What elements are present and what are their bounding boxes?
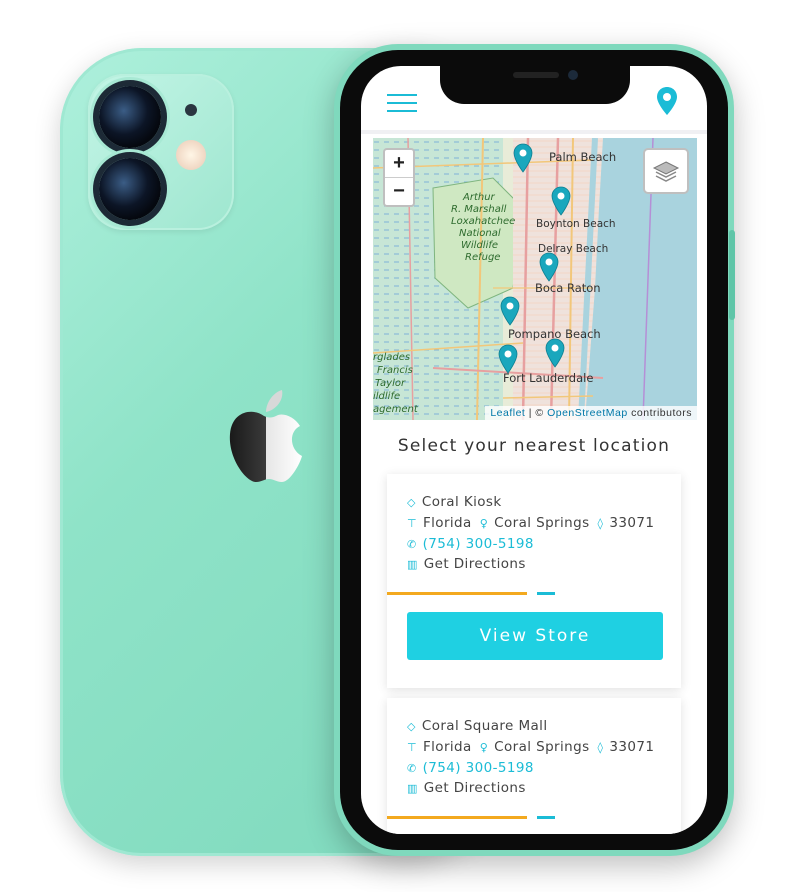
zip-icon: ◊ xyxy=(597,517,604,530)
map-label: ildlife xyxy=(373,391,401,402)
store-phone-row: ✆ (754) 300-5198 xyxy=(407,536,534,552)
camera-lens-icon xyxy=(99,158,161,220)
store-name: Coral Kiosk xyxy=(421,494,502,510)
zoom-out-button[interactable]: − xyxy=(385,178,413,205)
store-directions-row: ▥ Get Directions xyxy=(407,556,526,572)
zoom-control: + − xyxy=(383,148,415,207)
get-directions-link[interactable]: Get Directions xyxy=(424,556,526,572)
store-zip: 33071 xyxy=(609,739,655,755)
city-icon: ♀ xyxy=(479,741,489,754)
map-label: Loxahatchee xyxy=(451,216,516,227)
store-marker-icon[interactable] xyxy=(551,186,571,216)
store-name: Coral Square Mall xyxy=(421,718,548,734)
map-icon: ▥ xyxy=(407,782,418,795)
card-progress-bars xyxy=(387,816,681,819)
map-label: National xyxy=(459,228,501,239)
map-label: Francis xyxy=(377,365,413,376)
phone-screen: Palm Beach Boynton Beach Delray Beach Bo… xyxy=(361,66,707,834)
map-label: Arthur xyxy=(463,192,495,203)
map-label: rglades xyxy=(373,352,411,363)
store-state: Florida xyxy=(422,739,472,755)
map-label: Boynton Beach xyxy=(536,218,616,230)
store-name-row: ◇ Coral Square Mall xyxy=(407,718,547,734)
state-icon: ⊤ xyxy=(407,517,417,530)
store-city: Coral Springs xyxy=(494,739,590,755)
store-marker-icon[interactable] xyxy=(539,252,559,282)
apple-logo-icon xyxy=(229,390,302,482)
state-icon: ⊤ xyxy=(407,741,417,754)
flash-icon xyxy=(176,140,206,170)
progress-bar-orange xyxy=(387,816,527,819)
store-zip: 33071 xyxy=(609,515,655,531)
store-phone-link[interactable]: (754) 300-5198 xyxy=(423,536,534,552)
store-address-row: ⊤ Florida ♀ Coral Springs ◊ 33071 xyxy=(407,515,654,531)
phone-icon: ✆ xyxy=(407,538,417,551)
city-icon: ♀ xyxy=(479,517,489,530)
progress-bar-blue xyxy=(537,816,555,819)
map-label: agement xyxy=(373,404,418,415)
map-attribution: Leaflet | © OpenStreetMap contributors xyxy=(485,406,697,420)
store-marker-icon[interactable] xyxy=(498,344,518,374)
map-label: Refuge xyxy=(465,252,501,263)
tag-icon: ◇ xyxy=(407,720,416,733)
attribution-separator: | © xyxy=(525,407,548,419)
store-city: Coral Springs xyxy=(494,515,590,531)
phone-notch xyxy=(440,62,630,104)
map-label: R. Marshall xyxy=(451,204,507,215)
section-title: Select your nearest location xyxy=(397,436,671,456)
leaflet-link[interactable]: Leaflet xyxy=(490,407,525,419)
power-button xyxy=(729,230,735,320)
microphone-icon xyxy=(185,104,197,116)
zoom-in-button[interactable]: + xyxy=(385,150,413,178)
map-label: Taylor xyxy=(375,378,406,389)
map-label: Wildlife xyxy=(461,240,499,251)
store-directions-row: ▥ Get Directions xyxy=(407,780,526,796)
store-name-row: ◇ Coral Kiosk xyxy=(407,494,502,510)
store-card: ◇ Coral Kiosk ⊤ Florida ♀ Coral Springs ◊ 3307… xyxy=(387,474,681,688)
progress-bar-orange xyxy=(387,592,527,595)
phone-icon: ✆ xyxy=(407,762,417,775)
tag-icon: ◇ xyxy=(407,496,416,509)
hamburger-icon[interactable] xyxy=(387,92,417,114)
get-directions-link[interactable]: Get Directions xyxy=(424,780,526,796)
store-marker-icon[interactable] xyxy=(500,296,520,326)
header-divider xyxy=(361,130,707,134)
speaker-grille xyxy=(513,72,559,78)
map-pin-icon[interactable] xyxy=(655,86,679,116)
camera-lens-icon xyxy=(99,86,161,148)
front-camera-icon xyxy=(568,70,578,80)
zip-icon: ◊ xyxy=(597,741,604,754)
store-state: Florida xyxy=(422,515,472,531)
store-phone-row: ✆ (754) 300-5198 xyxy=(407,760,534,776)
store-card: ◇ Coral Square Mall ⊤ Florida ♀ Coral Spring… xyxy=(387,698,681,834)
map-icon: ▥ xyxy=(407,558,418,571)
layers-button[interactable] xyxy=(643,148,689,194)
map-label: Palm Beach xyxy=(549,150,617,164)
store-marker-icon[interactable] xyxy=(545,338,565,368)
map-label: Boca Raton xyxy=(535,281,601,295)
attribution-suffix: contributors xyxy=(627,407,692,419)
osm-link[interactable]: OpenStreetMap xyxy=(547,407,628,419)
layers-icon xyxy=(652,161,680,182)
store-map[interactable]: Palm Beach Boynton Beach Delray Beach Bo… xyxy=(373,138,697,420)
store-marker-icon[interactable] xyxy=(513,143,533,173)
card-progress-bars xyxy=(387,592,681,595)
store-phone-link[interactable]: (754) 300-5198 xyxy=(423,760,534,776)
store-address-row: ⊤ Florida ♀ Coral Springs ◊ 33071 xyxy=(407,739,654,755)
progress-bar-blue xyxy=(537,592,555,595)
view-store-button[interactable]: View Store xyxy=(407,612,663,660)
